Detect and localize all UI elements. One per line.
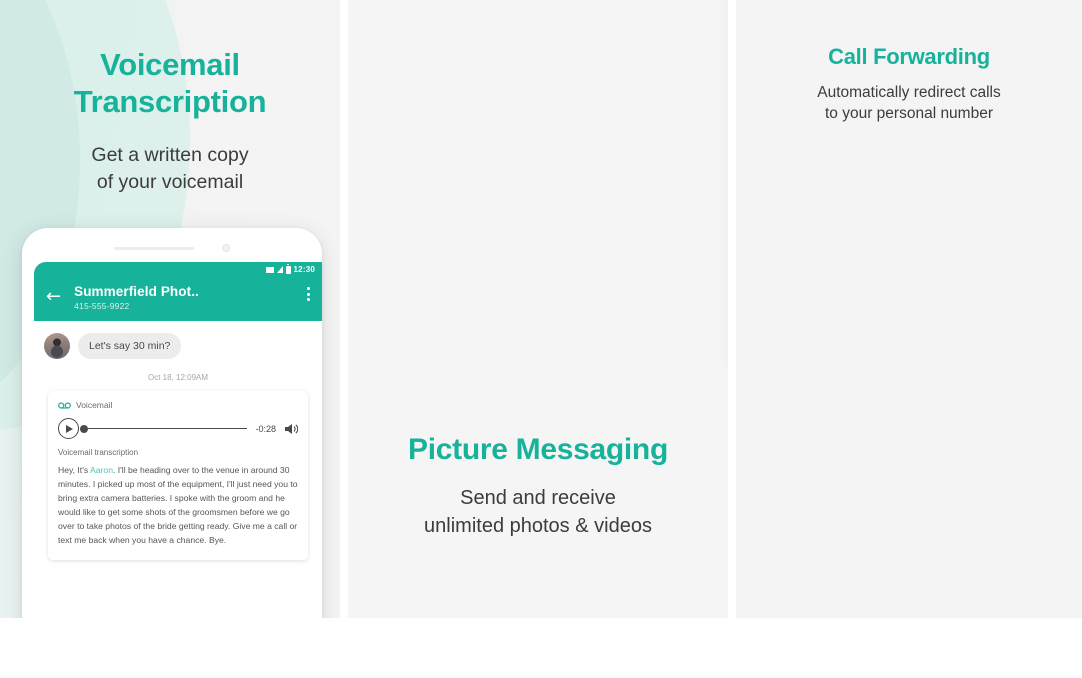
subtitle-line-2: to your personal number xyxy=(824,105,993,123)
status-bar-clock: 12:30 xyxy=(293,265,315,274)
front-camera-icon xyxy=(222,244,230,252)
conversation-title: Summerfield Phot.. xyxy=(74,284,199,299)
back-arrow-icon[interactable]: ← xyxy=(46,288,61,306)
message-row-incoming: Let's say 30 min? xyxy=(44,333,312,359)
page-title-call-forwarding: Call Forwarding xyxy=(828,44,990,69)
voicemail-remaining-time: -0:28 xyxy=(255,423,276,434)
subtitle-line-2: of your voicemail xyxy=(96,170,244,193)
voicemail-label: Voicemail xyxy=(76,400,113,410)
transcription-label: Voicemail transcription xyxy=(58,448,139,457)
subtitle-line-1: Automatically redirect calls xyxy=(817,84,1001,101)
scrubber-handle[interactable] xyxy=(80,424,88,433)
avatar xyxy=(44,333,70,359)
volume-icon[interactable] xyxy=(285,423,298,435)
subtitle-line-2: unlimited photos & videos xyxy=(424,514,652,537)
overflow-menu-icon[interactable] xyxy=(307,287,310,301)
transcript-contact-name: Aaron xyxy=(90,465,113,475)
app-bar-conversation: ← Summerfield Phot.. 415-555-9922 xyxy=(34,277,322,321)
phone-mockup-voicemail: 12:30 ← Summerfield Phot.. 415-555-9922 … xyxy=(22,228,322,618)
subtitle-line-1: Send and receive xyxy=(460,487,616,509)
feature-panel-picture-messaging: Type a message Picture Messaging Send an… xyxy=(348,0,728,618)
headline-line-1: Voicemail xyxy=(100,47,240,82)
page-subtitle-call-forwarding: Automatically redirect calls to your per… xyxy=(736,82,1082,125)
page-subtitle-picture-messaging: Send and receive unlimited photos & vide… xyxy=(348,485,728,540)
date-divider: Oct 18, 12:09AM xyxy=(147,373,209,382)
page-title-voicemail: Voicemail Transcription xyxy=(0,47,340,120)
scrubber-track[interactable] xyxy=(88,427,248,430)
voicemail-icon xyxy=(58,401,71,409)
conversation-thread: Let's say 30 min? Oct 18, 12:09AM Voicem… xyxy=(34,321,322,560)
feature-panel-voicemail-transcription: Voicemail Transcription Get a written co… xyxy=(0,0,340,618)
phone-earpiece xyxy=(22,242,322,254)
transcript-body: . I'll be heading over to the venue in a… xyxy=(58,465,298,545)
headline-line-2: Transcription xyxy=(73,83,267,119)
signal-icon xyxy=(276,266,283,273)
feature-panel-call-forwarding: Call Forwarding Automatically redirect c… xyxy=(736,0,1082,618)
subtitle-line-1: Get a written copy xyxy=(91,144,249,166)
phone-screen-voicemail: 12:30 ← Summerfield Phot.. 415-555-9922 … xyxy=(34,262,322,618)
screenshot-root: Voicemail Transcription Get a written co… xyxy=(0,0,1082,678)
conversation-phone-number: 415-555-9922 xyxy=(74,301,130,311)
voicemail-card[interactable]: Voicemail -0:28 Voicemail transcription … xyxy=(48,391,308,560)
voicemail-player[interactable]: -0:28 xyxy=(58,418,298,439)
message-bubble-incoming[interactable]: Let's say 30 min? xyxy=(78,333,182,359)
transcription-text: Hey, It's Aaron. I'll be heading over to… xyxy=(58,464,298,548)
transcript-prefix: Hey, It's xyxy=(58,465,91,475)
page-subtitle-voicemail: Get a written copy of your voicemail xyxy=(0,142,340,196)
wifi-icon xyxy=(265,266,274,273)
speaker-grille-icon xyxy=(114,246,194,250)
play-icon[interactable] xyxy=(58,418,79,439)
battery-icon xyxy=(285,263,291,274)
page-title-picture-messaging: Picture Messaging xyxy=(408,433,668,466)
status-bar: 12:30 xyxy=(34,262,322,277)
